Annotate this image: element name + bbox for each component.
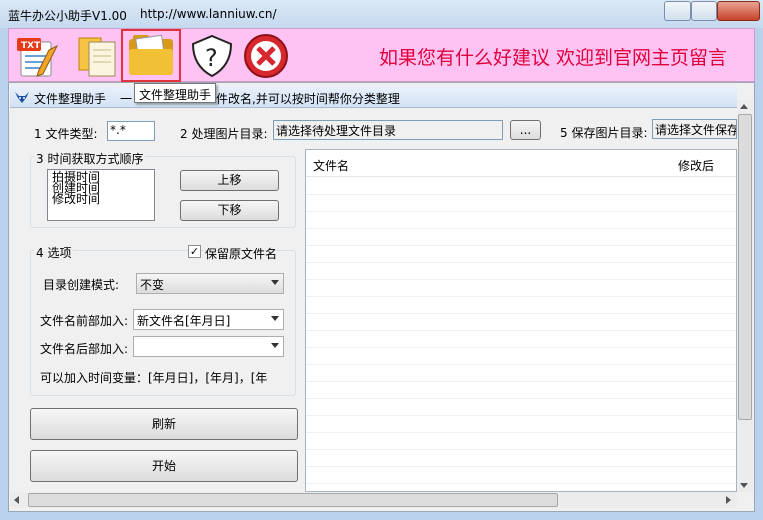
folder-icon <box>129 34 173 75</box>
file-organizer-button[interactable] <box>121 29 181 82</box>
options-label: 4 选项 <box>34 244 74 261</box>
browse-source-button[interactable]: ... <box>510 120 541 140</box>
table-row <box>306 331 736 348</box>
table-row <box>306 382 736 399</box>
table-row <box>306 280 736 297</box>
table-row <box>306 212 736 229</box>
start-button[interactable]: 开始 <box>30 450 298 482</box>
slogan-text: 如果您有什么好建议 欢迎到官网主页留言 <box>379 47 728 69</box>
toolbar: TXT ? 如果您有什么好建议 欢迎到官网主页留言 <box>8 28 755 82</box>
save-dir-label: 5 保存图片目录: <box>560 126 648 140</box>
keep-name-label: 保留原文件名 <box>205 247 278 261</box>
table-row <box>306 229 736 246</box>
prefix-select[interactable]: 新文件名[年月日] <box>133 309 284 330</box>
table-row <box>306 450 736 467</box>
minimize-button[interactable] <box>664 1 691 21</box>
table-row <box>306 178 736 195</box>
suffix-select[interactable] <box>133 336 284 357</box>
table-row <box>306 195 736 212</box>
close-red-icon <box>244 34 288 78</box>
keep-name-checkbox[interactable]: ✓ <box>188 245 201 258</box>
table-row <box>306 399 736 416</box>
maximize-button[interactable] <box>691 1 717 21</box>
horizontal-scrollbar[interactable] <box>10 492 737 508</box>
documents-button[interactable] <box>71 32 125 80</box>
save-dir-input[interactable]: 请选择文件保存 <box>652 119 737 139</box>
dir-mode-select[interactable]: 不变 <box>136 273 284 294</box>
table-row <box>306 314 736 331</box>
help-button[interactable]: ? <box>185 32 239 80</box>
file-list-header: 文件名 修改后 <box>306 150 736 177</box>
chevron-down-icon <box>271 343 279 348</box>
suffix-label: 文件名后部加入: <box>40 342 129 356</box>
bull-logo-icon <box>15 92 29 103</box>
time-order-label: 3 时间获取方式顺序 <box>34 150 146 167</box>
help-shield-icon: ? <box>191 34 233 78</box>
move-down-button[interactable]: 下移 <box>180 200 279 221</box>
svg-text:TXT: TXT <box>21 41 41 51</box>
table-row <box>306 263 736 280</box>
scroll-right-arrow-icon[interactable] <box>726 496 731 504</box>
documents-icon <box>78 37 116 77</box>
vertical-scrollbar[interactable] <box>737 100 753 492</box>
source-dir-input[interactable]: 请选择待处理文件目录 <box>273 120 503 140</box>
dir-mode-label: 目录创建模式: <box>43 278 120 292</box>
horizontal-scroll-thumb[interactable] <box>28 493 558 507</box>
list-item[interactable]: 修改时间 <box>52 193 100 205</box>
tab-header: 文件整理助手 一 件改名,并可以按时间帮你分类整理 <box>10 86 737 108</box>
tab-description: 件改名,并可以按时间帮你分类整理 <box>216 92 400 106</box>
table-row <box>306 348 736 365</box>
table-row <box>306 467 736 484</box>
table-row <box>306 246 736 263</box>
scroll-up-arrow-icon[interactable] <box>740 104 748 109</box>
table-row <box>306 365 736 382</box>
scroll-left-arrow-icon[interactable] <box>14 496 19 504</box>
window-title: 蓝牛办公小助手V1.00 <box>8 9 127 23</box>
chevron-down-icon <box>271 280 279 285</box>
file-list[interactable]: 文件名 修改后 <box>305 149 737 492</box>
file-type-input[interactable]: *.* <box>107 121 155 141</box>
source-dir-label: 2 处理图片目录: <box>180 127 268 141</box>
time-order-list[interactable]: 拍摄时间 创建时间 修改时间 <box>47 169 155 221</box>
column-header-filename[interactable]: 文件名 <box>313 157 349 174</box>
file-type-label: 1 文件类型: <box>34 127 98 141</box>
column-header-modified[interactable]: 修改后 <box>678 157 714 174</box>
window-url: http://www.lanniuw.cn/ <box>140 7 277 21</box>
table-row <box>306 297 736 314</box>
move-up-button[interactable]: 上移 <box>180 170 279 191</box>
toolbar-tooltip: 文件整理助手 <box>134 83 216 103</box>
tab-description-prefix: 一 <box>120 92 133 106</box>
time-vars-hint: 可以加入时间变量：[年月日]，[年月]，[年 <box>40 371 268 385</box>
tab-title[interactable]: 文件整理助手 <box>34 90 106 107</box>
prefix-label: 文件名前部加入: <box>40 314 129 328</box>
txt-notepad-icon: TXT <box>17 38 59 77</box>
table-row <box>306 416 736 433</box>
title-bar: 蓝牛办公小助手V1.00 http://www.lanniuw.cn/ <box>0 0 763 28</box>
svg-text:?: ? <box>205 44 218 72</box>
txt-notepad-button[interactable]: TXT <box>13 32 67 80</box>
exit-button[interactable] <box>239 32 293 80</box>
refresh-button[interactable]: 刷新 <box>30 408 298 440</box>
prefix-value: 新文件名[年月日] <box>137 314 231 328</box>
close-window-button[interactable] <box>717 1 760 21</box>
scroll-down-arrow-icon[interactable] <box>740 483 748 488</box>
chevron-down-icon <box>271 316 279 321</box>
table-row <box>306 433 736 450</box>
vertical-scroll-thumb[interactable] <box>738 114 752 420</box>
dir-mode-value: 不变 <box>140 278 165 292</box>
